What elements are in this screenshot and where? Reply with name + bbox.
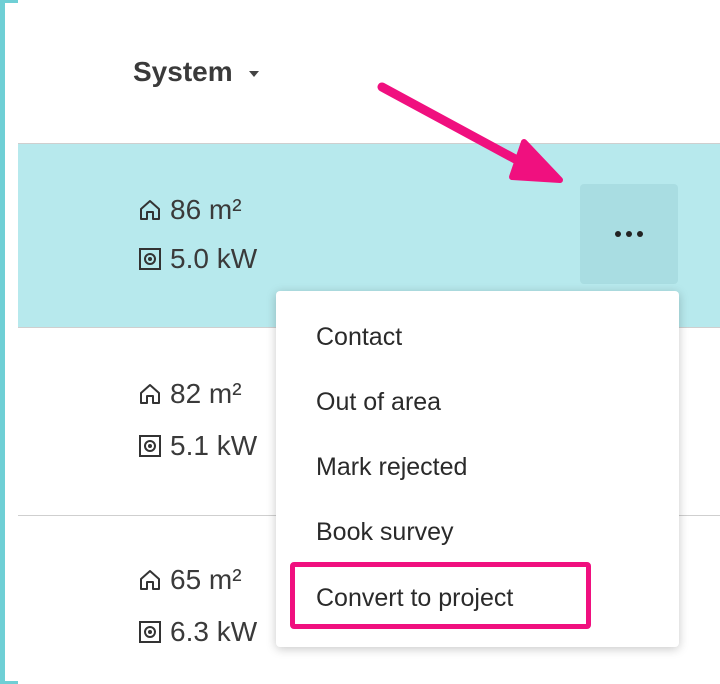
- power-stat: 5.1 kW: [138, 430, 257, 462]
- system-column-label: System: [133, 56, 233, 87]
- area-stat: 65 m²: [138, 564, 242, 596]
- power-value: 6.3 kW: [170, 616, 258, 647]
- caret-down-icon[interactable]: [248, 71, 259, 77]
- actions-menu: Contact Out of area Mark rejected Book s…: [276, 291, 679, 647]
- house-icon: [140, 384, 160, 404]
- menu-item-convert-to-project[interactable]: Convert to project: [316, 584, 513, 613]
- system-column-header[interactable]: System: [133, 56, 259, 88]
- solar-panel-icon: [139, 248, 161, 270]
- house-icon: [140, 200, 160, 220]
- power-stat: 5.0 kW: [138, 243, 257, 275]
- solar-panel-icon: [139, 621, 161, 643]
- solar-panel-icon: [139, 435, 161, 457]
- power-stat: 6.3 kW: [138, 616, 257, 648]
- more-actions-button[interactable]: [580, 184, 678, 284]
- menu-item-mark-rejected[interactable]: Mark rejected: [316, 453, 467, 482]
- house-icon: [140, 570, 160, 590]
- menu-item-book-survey[interactable]: Book survey: [316, 518, 454, 547]
- power-value: 5.1 kW: [170, 430, 258, 461]
- area-value: 65 m²: [170, 564, 242, 595]
- area-value: 86 m²: [170, 194, 242, 225]
- power-value: 5.0 kW: [170, 243, 258, 274]
- menu-item-contact[interactable]: Contact: [316, 323, 402, 352]
- menu-item-out-of-area[interactable]: Out of area: [316, 388, 441, 417]
- table-header: System: [18, 0, 720, 144]
- area-stat: 86 m²: [138, 194, 242, 226]
- area-value: 82 m²: [170, 378, 242, 409]
- area-stat: 82 m²: [138, 378, 242, 410]
- more-dots-icon: [615, 231, 643, 237]
